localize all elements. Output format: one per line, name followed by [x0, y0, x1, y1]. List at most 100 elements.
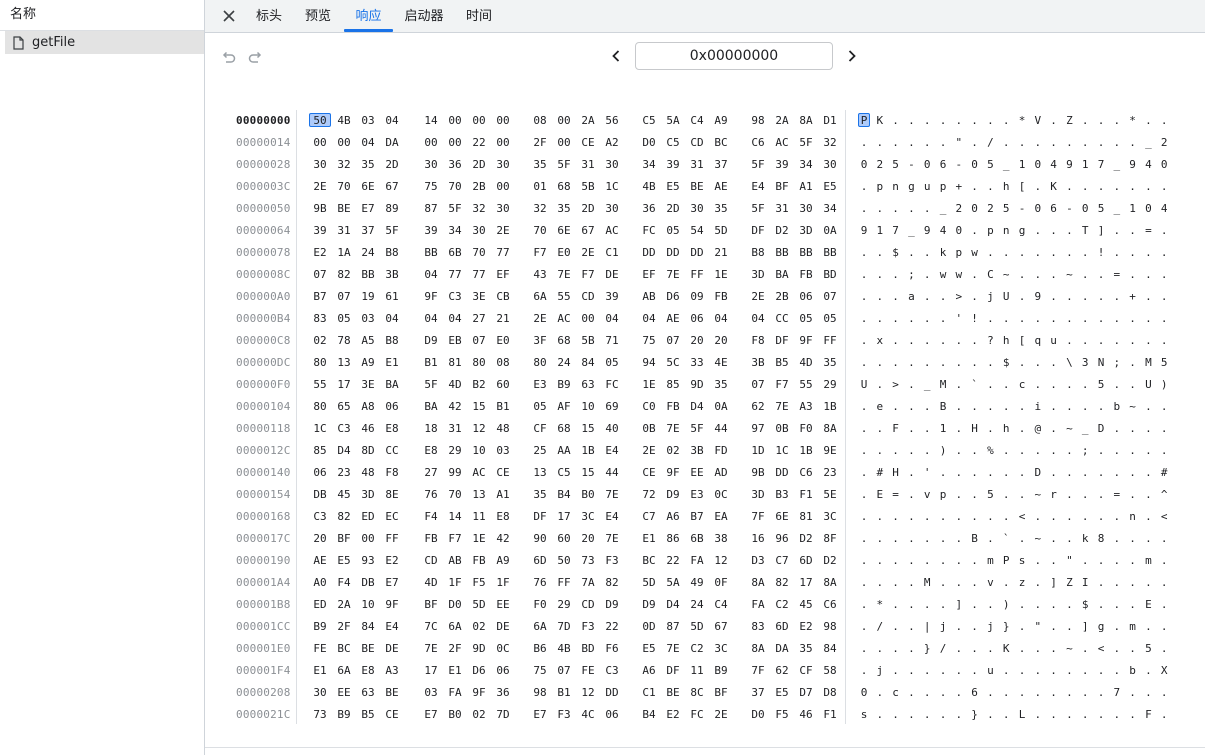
hex-byte[interactable]: 00	[357, 528, 379, 550]
ascii-char[interactable]: .	[1079, 462, 1091, 484]
hex-byte[interactable]: 27	[468, 308, 490, 330]
hex-byte[interactable]: 6B	[686, 528, 708, 550]
ascii-char[interactable]: 1	[874, 220, 886, 242]
ascii-char[interactable]: 1	[1127, 198, 1139, 220]
ascii-char[interactable]: /	[874, 616, 886, 638]
hex-byte[interactable]: 87	[662, 616, 684, 638]
ascii-char[interactable]: .	[953, 396, 965, 418]
hex-byte[interactable]: D9	[601, 594, 623, 616]
hex-byte[interactable]: BF	[333, 528, 355, 550]
ascii-char[interactable]: .	[1142, 286, 1154, 308]
hex-byte[interactable]: B3	[771, 484, 793, 506]
hex-byte[interactable]: E5	[819, 176, 841, 198]
ascii-char[interactable]: 4	[1048, 154, 1060, 176]
ascii-char[interactable]: .	[969, 638, 981, 660]
ascii-char[interactable]: .	[1158, 440, 1170, 462]
ascii-char[interactable]: -	[1063, 198, 1075, 220]
ascii-char[interactable]: M	[921, 572, 933, 594]
hex-byte[interactable]: 1A	[333, 242, 355, 264]
ascii-char[interactable]: .	[1158, 396, 1170, 418]
ascii-char[interactable]: .	[890, 396, 902, 418]
ascii-char[interactable]: .	[1158, 616, 1170, 638]
hex-byte[interactable]: 5D	[638, 572, 660, 594]
ascii-char[interactable]: .	[984, 462, 996, 484]
hex-byte[interactable]: 68	[553, 330, 575, 352]
ascii-char[interactable]: .	[1158, 220, 1170, 242]
hex-byte[interactable]: 63	[357, 682, 379, 704]
hex-byte[interactable]: 24	[553, 352, 575, 374]
ascii-char[interactable]: .	[890, 594, 902, 616]
ascii-char[interactable]: .	[921, 198, 933, 220]
ascii-char[interactable]: .	[1127, 682, 1139, 704]
hex-byte[interactable]: 68	[553, 418, 575, 440]
ascii-char[interactable]: .	[969, 572, 981, 594]
hex-byte[interactable]: 2E	[638, 440, 660, 462]
ascii-char[interactable]: ~	[1032, 528, 1044, 550]
hex-byte[interactable]: 50	[553, 550, 575, 572]
hex-byte[interactable]: 39	[309, 220, 331, 242]
hex-byte[interactable]: 23	[333, 462, 355, 484]
ascii-char[interactable]: Z	[1063, 110, 1075, 132]
hex-byte[interactable]: BB	[771, 242, 793, 264]
ascii-char[interactable]: u	[1048, 330, 1060, 352]
ascii-char[interactable]: .	[1142, 616, 1154, 638]
ascii-char[interactable]: .	[1142, 528, 1154, 550]
hex-byte[interactable]: 03	[357, 110, 379, 132]
ascii-char[interactable]: .	[1048, 110, 1060, 132]
ascii-char[interactable]: .	[1079, 176, 1091, 198]
ascii-char[interactable]: .	[969, 616, 981, 638]
hex-byte[interactable]: D2	[795, 528, 817, 550]
hex-byte[interactable]: 34	[638, 154, 660, 176]
hex-byte[interactable]: BD	[819, 264, 841, 286]
ascii-char[interactable]: .	[953, 330, 965, 352]
hex-byte[interactable]: 8A	[795, 110, 817, 132]
hex-byte[interactable]: 38	[710, 528, 732, 550]
hex-byte[interactable]: FD	[710, 440, 732, 462]
ascii-char[interactable]: .	[1158, 550, 1170, 572]
hex-byte[interactable]: 82	[601, 572, 623, 594]
hex-byte[interactable]: 31	[577, 154, 599, 176]
ascii-char[interactable]: ]	[1048, 572, 1060, 594]
hex-byte[interactable]: 1B	[795, 440, 817, 462]
ascii-char[interactable]: .	[1063, 330, 1075, 352]
hex-byte[interactable]: E7	[420, 704, 442, 726]
hex-byte[interactable]: A0	[309, 572, 331, 594]
ascii-char[interactable]: .	[1127, 528, 1139, 550]
ascii-char[interactable]: .	[1127, 308, 1139, 330]
hex-byte[interactable]: 7E	[601, 528, 623, 550]
hex-byte[interactable]: B9	[309, 616, 331, 638]
ascii-char[interactable]: K	[1000, 638, 1012, 660]
hex-byte[interactable]: 3C	[710, 638, 732, 660]
ascii-char[interactable]: .	[1048, 396, 1060, 418]
ascii-char[interactable]: _	[1000, 154, 1012, 176]
hex-byte[interactable]: FF	[381, 528, 403, 550]
ascii-char[interactable]: .	[984, 396, 996, 418]
hex-byte[interactable]: 00	[492, 176, 514, 198]
hex-byte[interactable]: 04	[381, 308, 403, 330]
hex-byte[interactable]: 56	[601, 110, 623, 132]
hex-byte[interactable]: 31	[333, 220, 355, 242]
hex-byte[interactable]: C4	[686, 110, 708, 132]
hex-byte[interactable]: 82	[333, 264, 355, 286]
hex-byte[interactable]: 7E	[420, 638, 442, 660]
hex-byte[interactable]: 14	[420, 110, 442, 132]
hex-byte[interactable]: 3C	[819, 506, 841, 528]
hex-byte[interactable]: C1	[638, 682, 660, 704]
hex-byte[interactable]: E5	[333, 550, 355, 572]
hex-byte[interactable]: 07	[309, 264, 331, 286]
ascii-char[interactable]: .	[1142, 264, 1154, 286]
ascii-char[interactable]: .	[1032, 220, 1044, 242]
hex-byte[interactable]: 8A	[819, 418, 841, 440]
ascii-char[interactable]: '	[953, 308, 965, 330]
hex-byte[interactable]: BE	[662, 682, 684, 704]
hex-byte[interactable]: E5	[771, 682, 793, 704]
hex-byte[interactable]: 18	[420, 418, 442, 440]
ascii-char[interactable]: e	[874, 396, 886, 418]
ascii-char[interactable]: .	[874, 506, 886, 528]
ascii-char[interactable]: ~	[1000, 264, 1012, 286]
ascii-char[interactable]: j	[874, 660, 886, 682]
hex-byte[interactable]: B9	[710, 660, 732, 682]
ascii-char[interactable]: p	[984, 220, 996, 242]
hex-byte[interactable]: 5A	[662, 572, 684, 594]
hex-byte[interactable]: 1C	[309, 418, 331, 440]
